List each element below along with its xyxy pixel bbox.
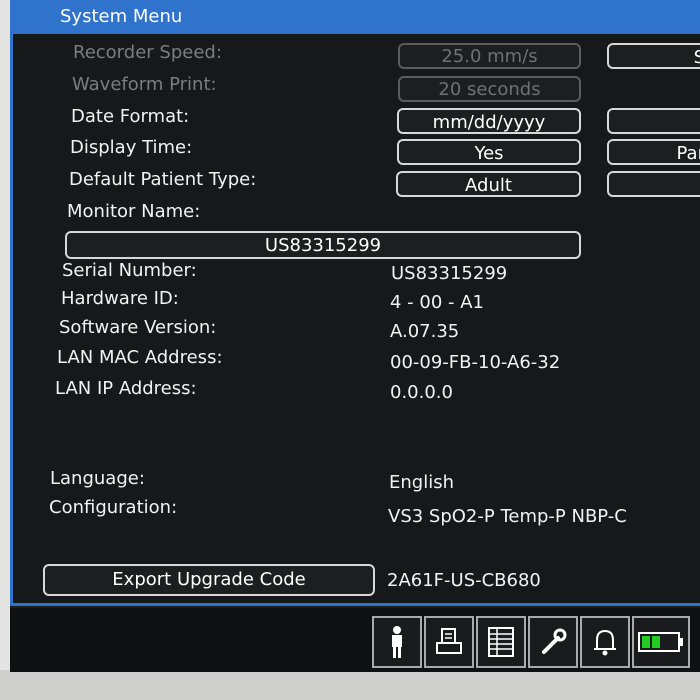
monitor-name-label: Monitor Name:: [67, 201, 201, 222]
alarm-bell-icon[interactable]: [580, 616, 630, 668]
recorder-speed-button[interactable]: 25.0 mm/s: [398, 43, 581, 69]
list-icon[interactable]: [476, 616, 526, 668]
patient-side-button[interactable]: [607, 171, 700, 197]
monitor-screen: System Menu Recorder Speed: 25.0 mm/s S …: [10, 0, 700, 672]
date-side-button[interactable]: [607, 108, 700, 134]
wrench-icon[interactable]: [528, 616, 578, 668]
lan-mac-address-label: LAN MAC Address:: [57, 347, 223, 368]
serial-number-label: Serial Number:: [62, 260, 197, 281]
configuration-label: Configuration:: [49, 497, 178, 518]
patient-icon[interactable]: [372, 616, 422, 668]
display-time-button[interactable]: Yes: [397, 139, 581, 165]
battery-icon: [632, 616, 690, 668]
language-label: Language:: [50, 468, 145, 489]
software-version-label: Software Version:: [59, 317, 217, 338]
parameters-side-button[interactable]: Par: [607, 139, 700, 165]
waveform-print-label: Waveform Print:: [72, 74, 217, 95]
lan-ip-address-label: LAN IP Address:: [55, 378, 197, 399]
hardware-id-label: Hardware ID:: [61, 288, 179, 309]
lan-ip-address-value: 0.0.0.0: [390, 382, 453, 403]
hardware-id-value: 4 - 00 - A1: [390, 292, 484, 313]
display-time-label: Display Time:: [70, 137, 193, 158]
language-value: English: [389, 472, 454, 493]
device-bezel-bottom: [0, 670, 700, 700]
bottom-toolbar: [10, 608, 700, 672]
recorder-side-button[interactable]: S: [607, 43, 700, 69]
lan-mac-address-value: 00-09-FB-10-A6-32: [390, 352, 561, 373]
upgrade-code-value: 2A61F-US-CB680: [387, 570, 541, 591]
configuration-value: VS3 SpO2-P Temp-P NBP-C: [388, 506, 627, 527]
date-format-button[interactable]: mm/dd/yyyy: [397, 108, 581, 134]
recorder-speed-label: Recorder Speed:: [73, 42, 222, 63]
print-icon[interactable]: [424, 616, 474, 668]
title-bar: System Menu: [10, 0, 700, 36]
default-patient-type-button[interactable]: Adult: [396, 171, 581, 197]
default-patient-type-label: Default Patient Type:: [69, 169, 257, 190]
date-format-label: Date Format:: [71, 106, 190, 127]
system-menu-panel: Recorder Speed: 25.0 mm/s S Waveform Pri…: [10, 34, 700, 606]
window-title: System Menu: [60, 6, 183, 27]
monitor-name-field[interactable]: US83315299: [65, 231, 581, 259]
export-upgrade-code-button[interactable]: Export Upgrade Code: [43, 564, 375, 596]
serial-number-value: US83315299: [391, 263, 508, 284]
software-version-value: A.07.35: [390, 321, 460, 342]
waveform-print-button[interactable]: 20 seconds: [398, 76, 581, 102]
